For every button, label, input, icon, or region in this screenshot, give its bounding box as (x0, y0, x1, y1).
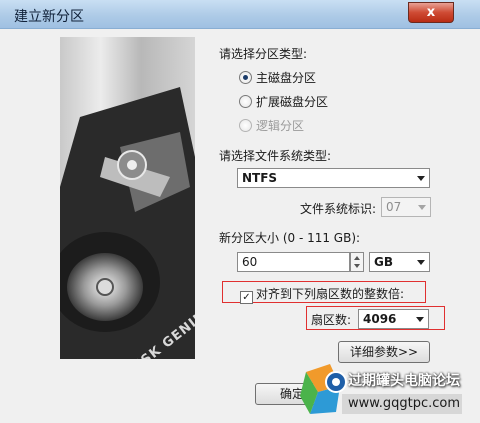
new-partition-dialog: 建立新分区 x DISK GENIUS 请选择分区类型: (0, 0, 480, 423)
filesystem-id-value: 07 (386, 200, 402, 214)
size-unit-value: GB (374, 255, 393, 269)
chevron-down-icon (416, 317, 424, 322)
title-bar: 建立新分区 x (0, 0, 480, 29)
watermark-site-name: 过期罐头电脑论坛 (348, 373, 460, 389)
filesystem-select[interactable]: NTFS (237, 168, 430, 188)
sector-count-select[interactable]: 4096 (358, 309, 429, 329)
radio-label: 主磁盘分区 (256, 71, 317, 85)
checkbox-checked-icon: ✓ (240, 291, 253, 304)
partition-type-label: 请选择分区类型: (219, 47, 308, 61)
hard-disk-illustration (60, 87, 195, 359)
radio-checked-icon (239, 71, 252, 84)
radio-primary-partition[interactable]: 主磁盘分区 (239, 69, 316, 86)
watermark-url: www.gqgtpc.com (342, 394, 462, 414)
details-button[interactable]: 详细参数>> (338, 341, 430, 363)
sector-count-label: 扇区数: (311, 313, 352, 327)
sector-count-value: 4096 (363, 312, 397, 326)
arrow-down-icon (354, 264, 360, 268)
radio-unchecked-icon (239, 95, 252, 108)
chevron-down-icon (417, 176, 425, 181)
arrow-up-icon (354, 256, 360, 260)
radio-extended-partition[interactable]: 扩展磁盘分区 (239, 93, 328, 110)
partition-size-value: 60 (242, 255, 258, 269)
partition-size-input[interactable]: 60 (237, 252, 350, 272)
close-button[interactable]: x (408, 2, 454, 23)
radio-label: 逻辑分区 (256, 119, 305, 133)
align-sectors-checkbox[interactable]: ✓ 对齐到下列扇区数的整数倍: (240, 285, 404, 304)
disk-genius-banner-image: DISK GENIUS (60, 37, 195, 359)
filesystem-id-label: 文件系统标识: (300, 202, 377, 216)
partition-size-label: 新分区大小 (0 - 111 GB): (219, 231, 361, 245)
close-icon: x (426, 5, 436, 20)
partition-size-stepper[interactable] (350, 252, 364, 272)
radio-logical-partition: 逻辑分区 (239, 117, 304, 134)
dialog-title: 建立新分区 (14, 9, 84, 25)
chevron-down-icon (417, 260, 425, 265)
filesystem-id-select: 07 (381, 197, 431, 217)
filesystem-type-label: 请选择文件系统类型: (219, 149, 332, 163)
site-logo-icon (300, 364, 347, 414)
site-watermark: 过期罐头电脑论坛 www.gqgtpc.com (300, 362, 480, 420)
radio-disabled-icon (239, 119, 252, 132)
chevron-down-icon (418, 205, 426, 210)
size-unit-select[interactable]: GB (369, 252, 430, 272)
align-sectors-label: 对齐到下列扇区数的整数倍: (256, 287, 405, 301)
filesystem-selected-value: NTFS (242, 171, 278, 185)
radio-label: 扩展磁盘分区 (256, 95, 329, 109)
